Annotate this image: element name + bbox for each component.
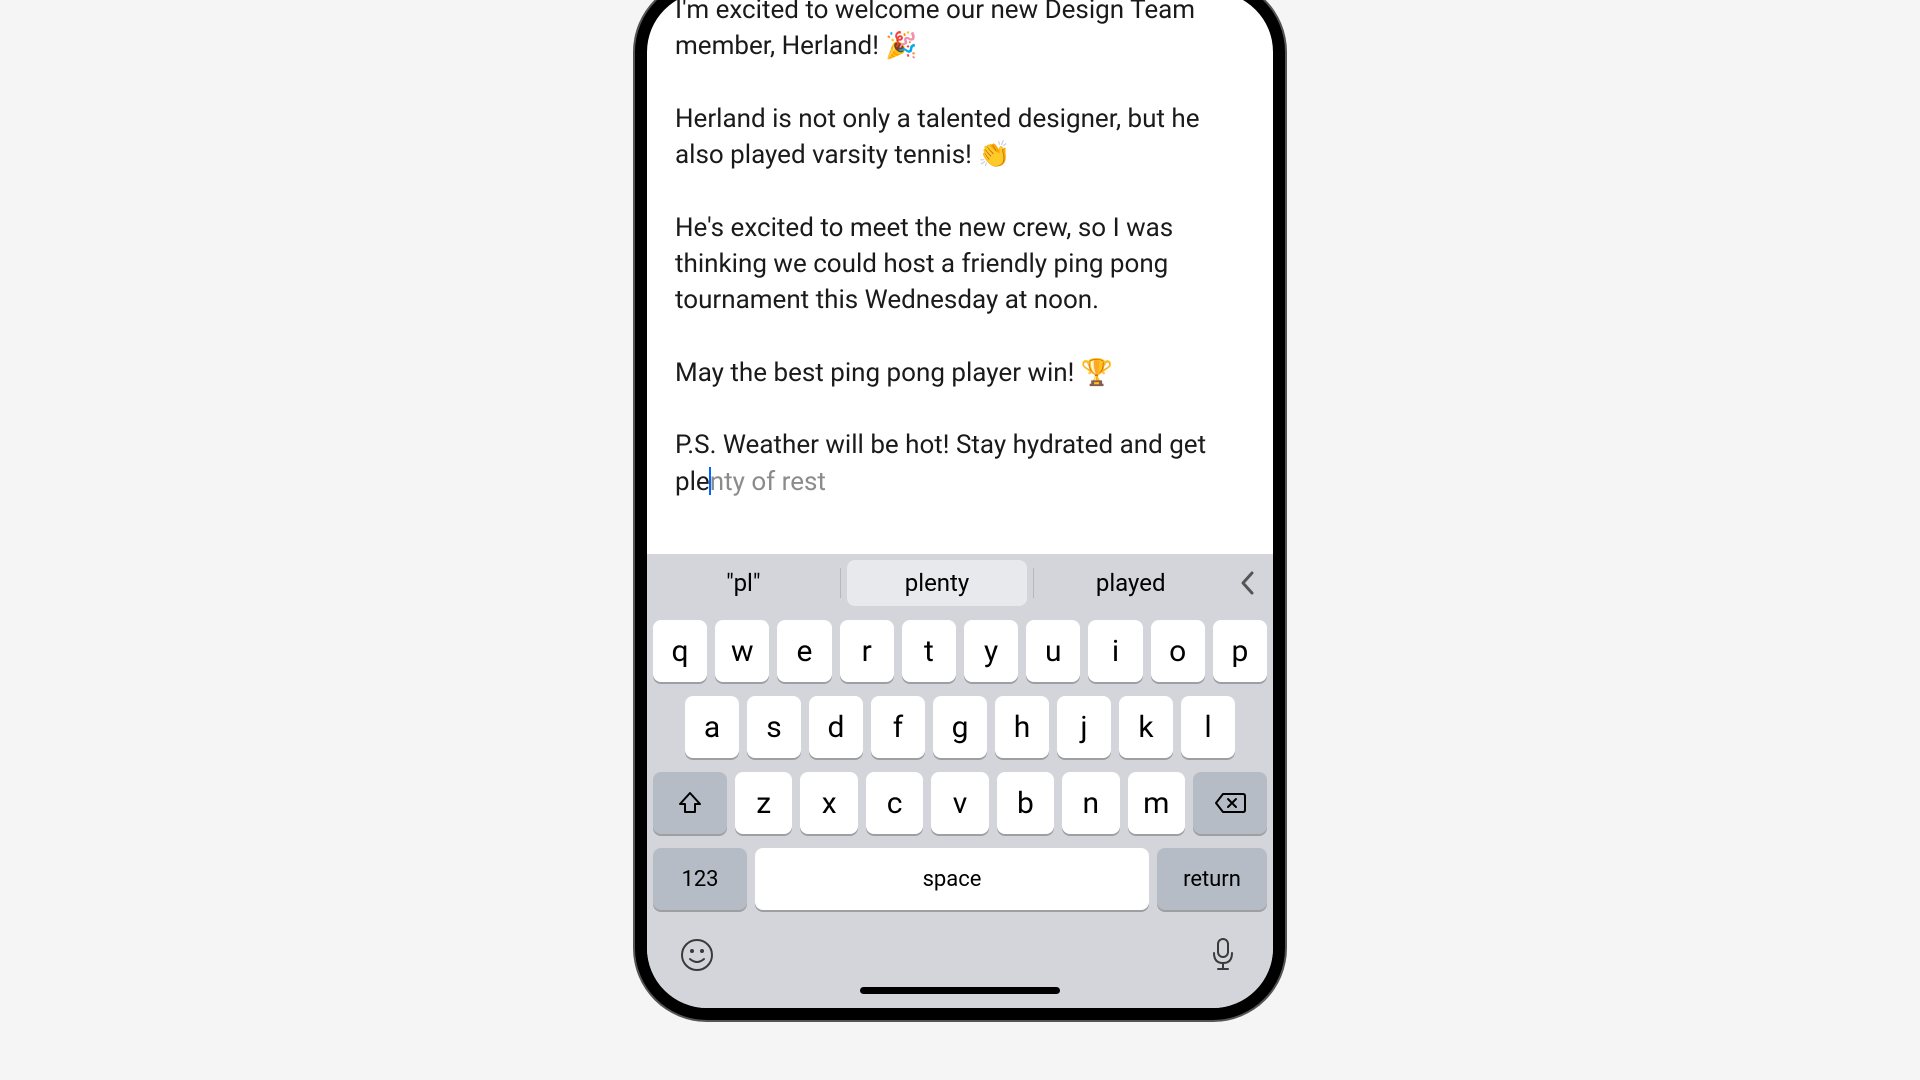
- key-a[interactable]: a: [685, 696, 739, 758]
- key-y[interactable]: y: [964, 620, 1018, 682]
- inline-prediction: nty of rest: [710, 467, 826, 497]
- key-row-4: 123 space return: [653, 848, 1267, 910]
- emoji-button[interactable]: [677, 935, 717, 975]
- chevron-left-icon: [1238, 569, 1256, 597]
- key-b[interactable]: b: [997, 772, 1054, 834]
- dictation-button[interactable]: [1203, 935, 1243, 975]
- backspace-icon: [1214, 791, 1246, 815]
- key-row-1: qwertyuiop: [653, 620, 1267, 682]
- home-indicator[interactable]: [860, 987, 1060, 994]
- phone-frame: I'm excited to welcome our new Design Te…: [635, 0, 1285, 1020]
- key-n[interactable]: n: [1062, 772, 1119, 834]
- paragraph-2: Herland is not only a talented designer,…: [675, 101, 1245, 174]
- numbers-key[interactable]: 123: [653, 848, 747, 910]
- key-w[interactable]: w: [715, 620, 769, 682]
- backspace-key[interactable]: [1193, 772, 1267, 834]
- shift-key[interactable]: [653, 772, 727, 834]
- key-u[interactable]: u: [1026, 620, 1080, 682]
- key-p[interactable]: p: [1213, 620, 1267, 682]
- shift-icon: [677, 790, 703, 816]
- key-j[interactable]: j: [1057, 696, 1111, 758]
- key-m[interactable]: m: [1128, 772, 1185, 834]
- prediction-bar: "pl" plenty played: [647, 554, 1273, 612]
- key-o[interactable]: o: [1151, 620, 1205, 682]
- key-k[interactable]: k: [1119, 696, 1173, 758]
- key-e[interactable]: e: [777, 620, 831, 682]
- prediction-alt[interactable]: played: [1040, 560, 1221, 606]
- key-s[interactable]: s: [747, 696, 801, 758]
- key-f[interactable]: f: [871, 696, 925, 758]
- key-x[interactable]: x: [800, 772, 857, 834]
- keyboard-bottom-bar: [647, 920, 1273, 1008]
- space-key[interactable]: space: [755, 848, 1149, 910]
- paragraph-3: He's excited to meet the new crew, so I …: [675, 210, 1245, 319]
- paragraph-1: I'm excited to welcome our new Design Te…: [675, 0, 1245, 65]
- collapse-predictions-button[interactable]: [1227, 560, 1267, 606]
- key-t[interactable]: t: [902, 620, 956, 682]
- keyboard: qwertyuiop asdfghjkl zxcvbnm 123 space r…: [647, 612, 1273, 920]
- key-d[interactable]: d: [809, 696, 863, 758]
- key-l[interactable]: l: [1181, 696, 1235, 758]
- microphone-icon: [1209, 936, 1237, 974]
- key-i[interactable]: i: [1088, 620, 1142, 682]
- key-r[interactable]: r: [840, 620, 894, 682]
- key-h[interactable]: h: [995, 696, 1049, 758]
- prediction-divider: [840, 568, 841, 598]
- prediction-literal[interactable]: "pl": [653, 560, 834, 606]
- key-row-3: zxcvbnm: [653, 772, 1267, 834]
- key-c[interactable]: c: [866, 772, 923, 834]
- key-v[interactable]: v: [931, 772, 988, 834]
- key-row-2: asdfghjkl: [653, 696, 1267, 758]
- key-q[interactable]: q: [653, 620, 707, 682]
- emoji-icon: [679, 937, 715, 973]
- paragraph-4: May the best ping pong player win! 🏆: [675, 355, 1245, 391]
- prediction-divider: [1033, 568, 1034, 598]
- phone-screen: I'm excited to welcome our new Design Te…: [647, 0, 1273, 1008]
- message-content[interactable]: I'm excited to welcome our new Design Te…: [647, 0, 1273, 554]
- key-z[interactable]: z: [735, 772, 792, 834]
- return-key[interactable]: return: [1157, 848, 1267, 910]
- paragraph-5: P.S. Weather will be hot! Stay hydrated …: [675, 427, 1245, 500]
- prediction-primary[interactable]: plenty: [847, 560, 1028, 606]
- key-g[interactable]: g: [933, 696, 987, 758]
